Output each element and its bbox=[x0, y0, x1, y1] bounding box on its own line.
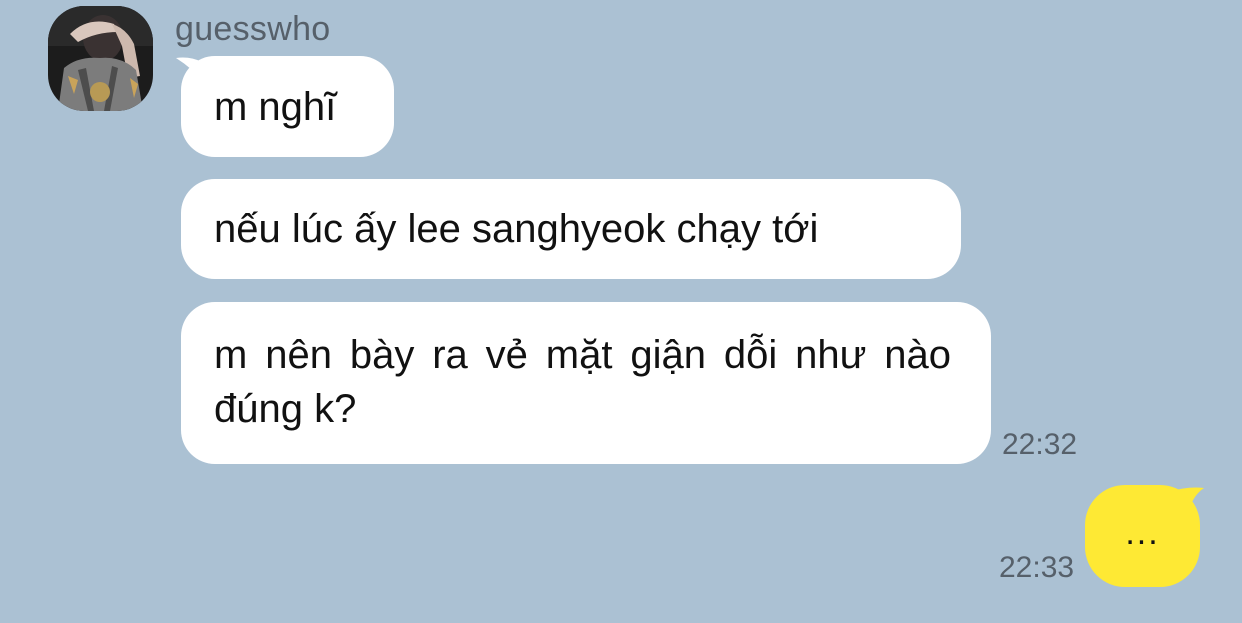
message-text: nếu lúc ấy lee sanghyeok chạy tới bbox=[214, 207, 819, 251]
sender-avatar[interactable] bbox=[48, 6, 153, 111]
message-bubble-3[interactable]: m nên bày ra vẻ mặt giận dỗi như nào đún… bbox=[181, 302, 991, 464]
sent-message-timestamp: 22:33 bbox=[999, 551, 1075, 584]
message-bubble-1[interactable]: m nghĩ bbox=[181, 56, 394, 157]
message-text: m nghĩ bbox=[214, 85, 337, 129]
message-text: m nên bày ra vẻ mặt giận dỗi như nào đún… bbox=[214, 333, 951, 431]
message-bubble-2[interactable]: nếu lúc ấy lee sanghyeok chạy tới bbox=[181, 179, 961, 279]
sender-name: guesswho bbox=[175, 10, 331, 48]
message-timestamp: 22:32 bbox=[1002, 428, 1078, 461]
profile-photo-icon bbox=[48, 6, 153, 111]
sent-message-bubble[interactable]: ... bbox=[1085, 485, 1200, 587]
sent-message-text: ... bbox=[1125, 513, 1160, 552]
